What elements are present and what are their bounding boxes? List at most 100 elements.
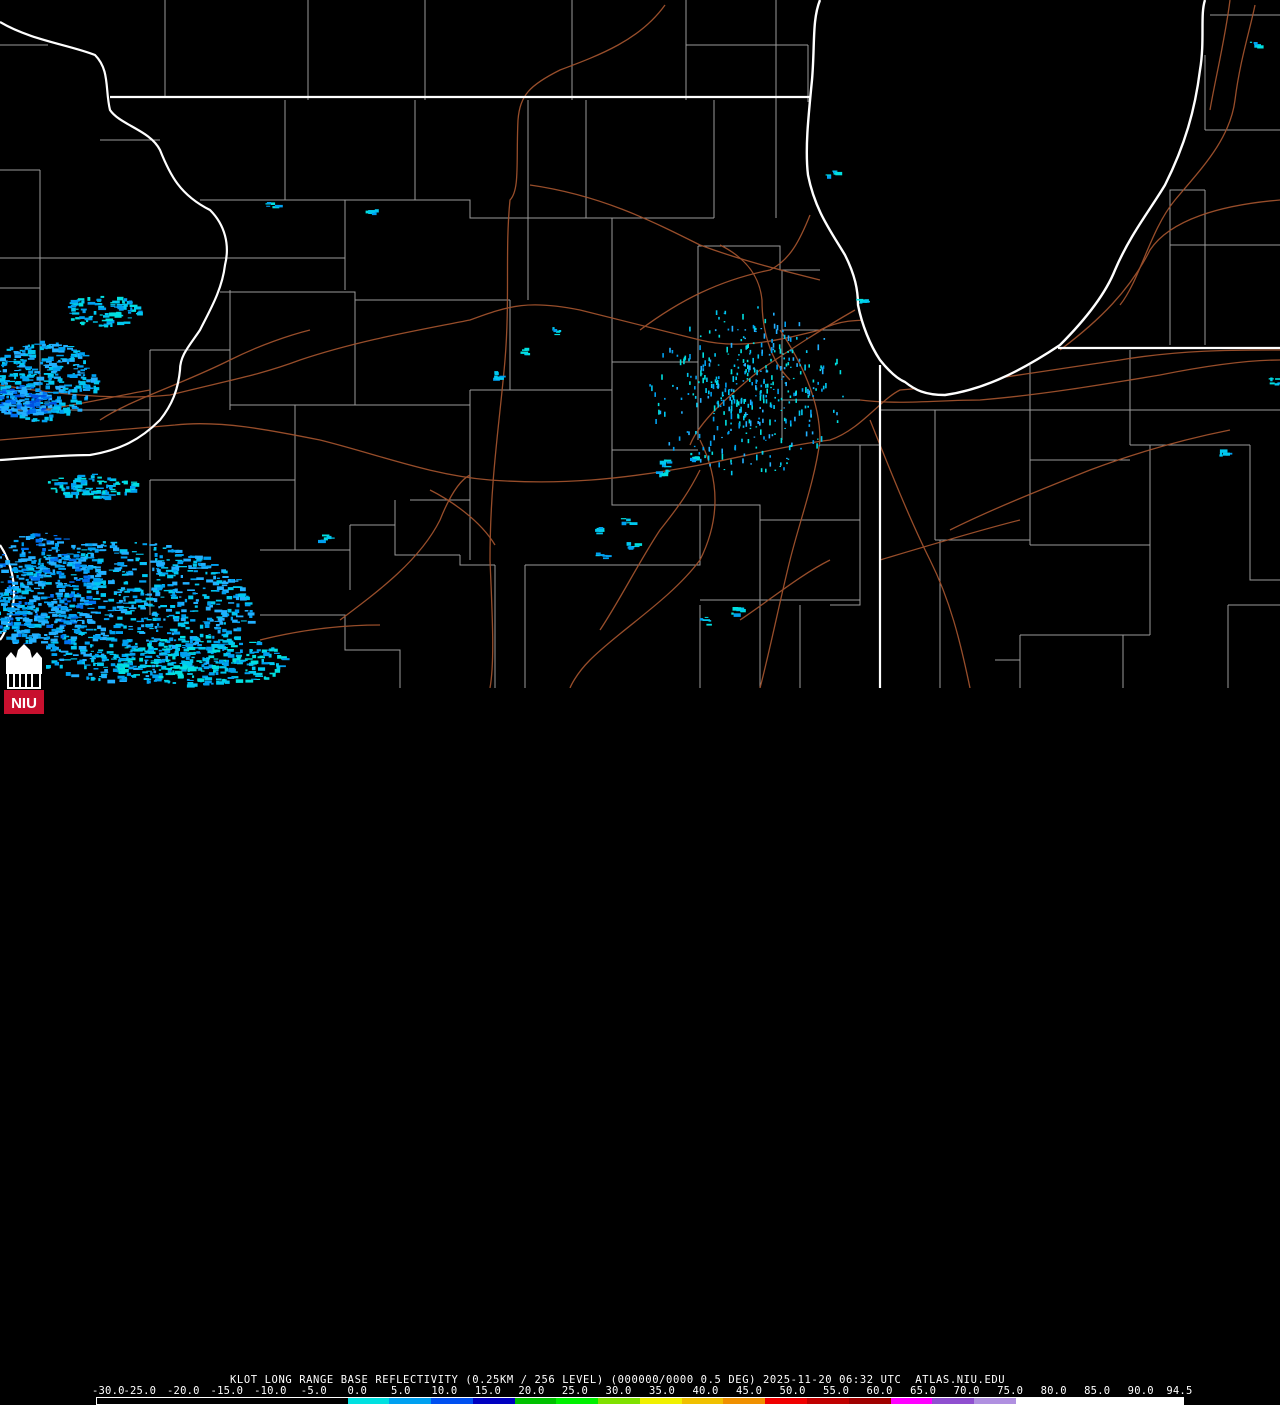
echo-cell bbox=[728, 407, 730, 412]
echo-cell bbox=[246, 654, 249, 656]
echo-cell bbox=[173, 570, 176, 572]
echo-cell bbox=[747, 414, 749, 415]
echo-cell bbox=[49, 346, 54, 348]
echo-cell bbox=[765, 319, 767, 323]
echo-cell bbox=[760, 371, 762, 372]
echo-cell bbox=[117, 305, 123, 308]
echo-cell bbox=[212, 636, 214, 639]
echo-cell bbox=[32, 369, 38, 371]
echo-cell bbox=[39, 395, 47, 397]
echo-cell bbox=[93, 598, 101, 600]
echo-cell bbox=[177, 605, 181, 607]
echo-cell bbox=[2, 554, 5, 555]
echo-cell bbox=[25, 602, 28, 605]
echo-cell bbox=[87, 608, 94, 609]
echo-cell bbox=[5, 385, 11, 388]
echo-cell bbox=[47, 540, 51, 542]
echo-cell bbox=[42, 548, 46, 551]
echo-cell bbox=[122, 571, 125, 572]
echo-cell bbox=[83, 572, 88, 573]
echo-cell bbox=[282, 658, 290, 660]
echo-cell bbox=[45, 533, 48, 534]
echo-cell bbox=[82, 659, 86, 661]
echo-cell bbox=[81, 544, 88, 546]
echo-cell bbox=[74, 606, 79, 607]
echo-cell bbox=[815, 388, 817, 391]
echo-cell bbox=[248, 621, 256, 624]
echo-cell bbox=[655, 419, 657, 424]
legend-ticks: -30.0-25.0-20.0-15.0-10.0-5.00.05.010.01… bbox=[92, 1385, 1192, 1397]
echo-cell bbox=[222, 585, 228, 587]
echo-cell bbox=[3, 629, 6, 632]
echo-cell bbox=[115, 610, 121, 611]
echo-cell bbox=[39, 559, 41, 563]
echo-cell bbox=[77, 401, 82, 403]
echo-cell bbox=[727, 432, 729, 434]
echo-cell bbox=[26, 384, 34, 386]
echo-cell bbox=[743, 426, 745, 428]
echo-cell bbox=[174, 639, 176, 641]
echo-cell bbox=[794, 417, 796, 422]
echo-cell bbox=[98, 678, 100, 681]
echo-cell bbox=[194, 642, 199, 644]
echo-cell bbox=[186, 644, 194, 647]
echo-cell bbox=[159, 572, 162, 574]
echo-cell bbox=[249, 615, 252, 618]
echo-cell bbox=[93, 496, 100, 499]
echo-cell bbox=[73, 598, 76, 602]
echo-cell bbox=[738, 423, 740, 429]
echo-cell bbox=[22, 542, 24, 546]
echo-cell bbox=[213, 576, 216, 580]
echo-cell bbox=[96, 637, 102, 639]
legend-tick: 55.0 bbox=[823, 1385, 849, 1397]
echo-cell bbox=[788, 362, 790, 365]
echo-cell bbox=[98, 303, 102, 304]
echo-cell bbox=[126, 572, 132, 574]
color-scale-cell bbox=[264, 1398, 306, 1404]
echo-cell bbox=[277, 655, 281, 659]
echo-cell bbox=[706, 624, 712, 626]
echo-cell bbox=[170, 605, 175, 608]
echo-cell bbox=[81, 481, 86, 484]
echo-cell bbox=[3, 407, 9, 411]
echo-cell bbox=[56, 550, 58, 553]
echo-cell bbox=[14, 623, 19, 624]
echo-cell bbox=[494, 371, 498, 374]
echo-cell bbox=[207, 618, 212, 621]
echo-cell bbox=[1, 582, 4, 583]
echo-cell bbox=[61, 482, 67, 484]
echo-cell bbox=[81, 322, 84, 326]
echo-cell bbox=[170, 629, 178, 631]
echo-cell bbox=[94, 386, 97, 388]
echo-cell bbox=[17, 611, 21, 615]
echo-cell bbox=[253, 652, 259, 654]
echo-cell bbox=[99, 571, 106, 575]
echo-cell bbox=[222, 582, 229, 584]
echo-cell bbox=[71, 400, 78, 403]
echo-cell bbox=[140, 653, 146, 654]
legend-tick: 30.0 bbox=[605, 1385, 631, 1397]
echo-cell bbox=[627, 542, 632, 546]
echo-cell bbox=[195, 584, 200, 586]
echo-cell bbox=[747, 360, 749, 362]
echo-cell bbox=[19, 601, 22, 604]
echo-cell bbox=[736, 400, 738, 405]
echo-cell bbox=[747, 373, 749, 376]
echo-cell bbox=[58, 554, 62, 557]
echo-cell bbox=[30, 409, 36, 413]
echo-cell bbox=[204, 666, 210, 669]
echo-cell bbox=[216, 600, 222, 602]
echo-cell bbox=[0, 556, 2, 558]
echo-cell bbox=[760, 395, 762, 400]
echo-cell bbox=[175, 560, 182, 561]
echo-cell bbox=[57, 541, 64, 543]
echo-cell bbox=[812, 395, 814, 397]
echo-cell bbox=[23, 614, 27, 616]
echo-cell bbox=[190, 668, 197, 671]
echo-cell bbox=[780, 462, 782, 465]
echo-cell bbox=[76, 556, 81, 557]
echo-cell bbox=[54, 621, 57, 624]
echo-cell bbox=[6, 355, 8, 358]
echo-cell bbox=[5, 400, 10, 403]
echo-cell bbox=[808, 390, 810, 393]
